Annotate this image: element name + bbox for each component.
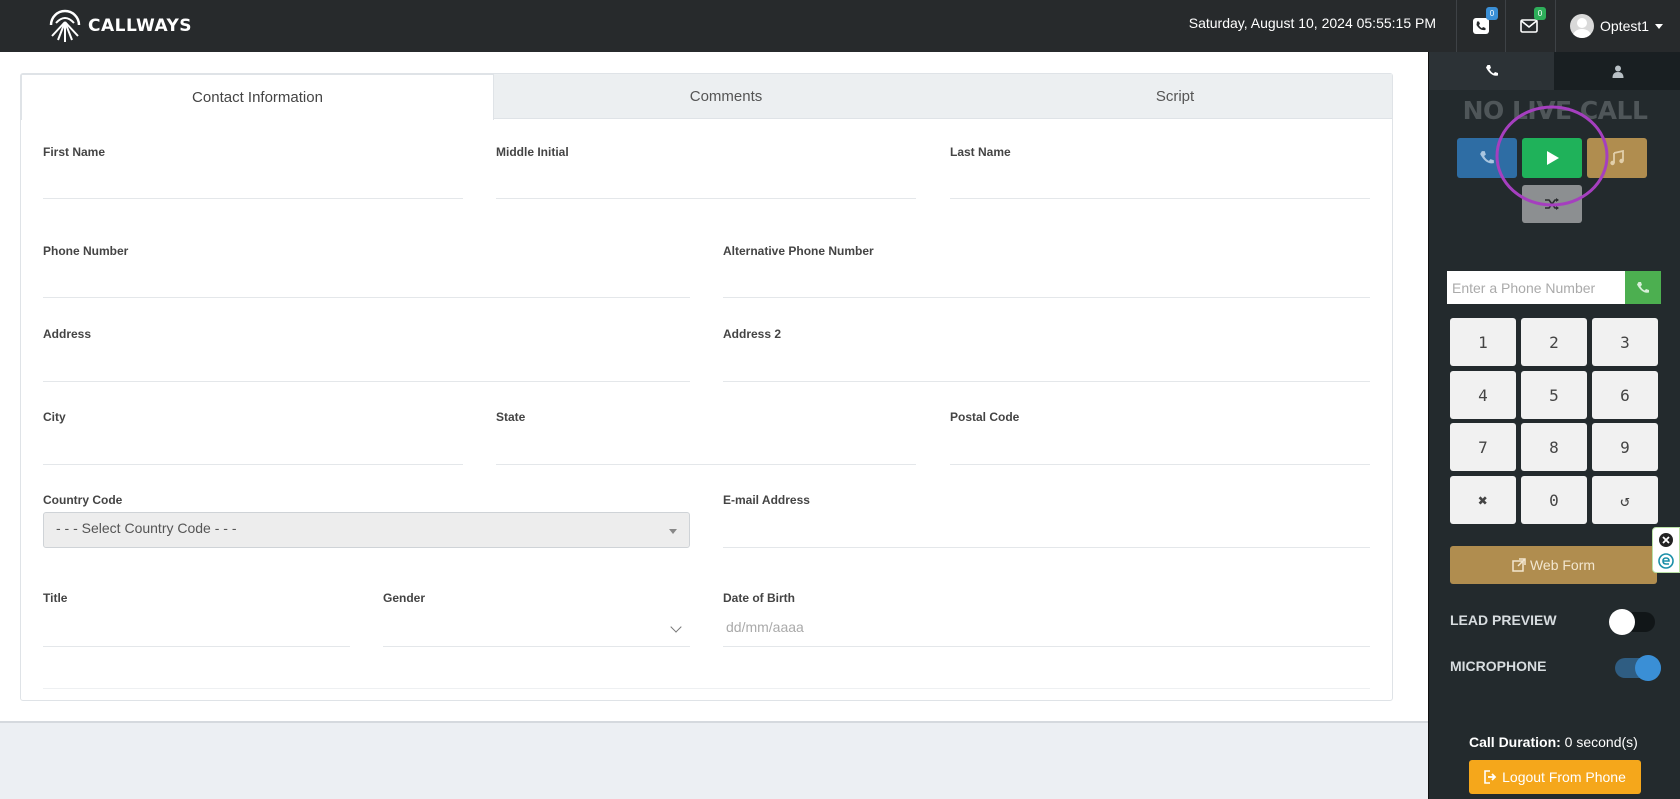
city-label: City bbox=[43, 410, 66, 424]
user-icon bbox=[1612, 65, 1623, 78]
phone-number-input[interactable] bbox=[43, 297, 690, 298]
tab-bar: Contact Information Comments Script bbox=[21, 74, 1392, 120]
microphone-toggle[interactable] bbox=[1615, 655, 1661, 681]
close-circle-icon[interactable] bbox=[1658, 532, 1674, 548]
divider bbox=[1555, 0, 1556, 52]
logout-phone-button[interactable]: Logout From Phone bbox=[1469, 760, 1641, 794]
web-form-button[interactable]: Web Form bbox=[1450, 546, 1657, 584]
messages-badge: 0 bbox=[1534, 7, 1546, 20]
country-code-label: Country Code bbox=[43, 493, 123, 507]
state-label: State bbox=[496, 410, 526, 424]
callways-logo[interactable]: CALLWAYS bbox=[46, 8, 192, 44]
call-duration: Call Duration: 0 second(s) bbox=[1469, 734, 1638, 750]
call-duration-label: Call Duration: bbox=[1469, 734, 1561, 750]
keypad-3[interactable]: 3 bbox=[1592, 318, 1658, 366]
keypad-clear-icon[interactable]: ✖ bbox=[1450, 476, 1516, 524]
alt-phone-input[interactable] bbox=[723, 297, 1370, 298]
phone-icon bbox=[1485, 65, 1498, 76]
contact-form-card: Contact Information Comments Script Firs… bbox=[20, 73, 1393, 701]
tab-comments[interactable]: Comments bbox=[494, 74, 958, 119]
panel-tab-phone[interactable] bbox=[1429, 52, 1554, 90]
top-navbar: CALLWAYS Saturday, August 10, 2024 05:55… bbox=[0, 0, 1680, 52]
call-duration-value: 0 second(s) bbox=[1564, 734, 1638, 750]
last-name-label: Last Name bbox=[950, 145, 1011, 159]
middle-initial-label: Middle Initial bbox=[496, 145, 569, 159]
email-input[interactable] bbox=[723, 547, 1370, 548]
floating-widget[interactable] bbox=[1652, 527, 1680, 573]
user-name: Optest1 bbox=[1600, 18, 1650, 34]
alt-phone-label: Alternative Phone Number bbox=[723, 244, 874, 258]
divider bbox=[1505, 0, 1506, 52]
keypad-undo-icon[interactable]: ↺ bbox=[1592, 476, 1658, 524]
microphone-label: MICROPHONE bbox=[1450, 658, 1547, 674]
title-input[interactable] bbox=[43, 646, 350, 647]
middle-initial-input[interactable] bbox=[496, 198, 916, 199]
sign-out-icon bbox=[1484, 770, 1497, 784]
panel-tab-user[interactable] bbox=[1554, 52, 1680, 90]
dob-underline bbox=[723, 646, 1370, 647]
call-number-button[interactable] bbox=[1625, 271, 1661, 304]
country-code-selected: - - - Select Country Code - - - bbox=[56, 520, 237, 536]
phone-number-label: Phone Number bbox=[43, 244, 129, 258]
first-name-label: First Name bbox=[43, 145, 106, 159]
gender-label: Gender bbox=[383, 591, 426, 605]
state-input[interactable] bbox=[496, 464, 916, 465]
phone-panel: NO LIVE CALL 1 2 3 4 bbox=[1428, 52, 1680, 799]
toggle-knob bbox=[1635, 655, 1661, 681]
first-name-input[interactable] bbox=[43, 198, 463, 199]
highlight-circle bbox=[1495, 105, 1609, 207]
dob-label: Date of Birth bbox=[723, 591, 795, 605]
address2-input[interactable] bbox=[723, 381, 1370, 382]
tab-contact-information[interactable]: Contact Information bbox=[21, 74, 494, 120]
lead-preview-toggle[interactable] bbox=[1609, 609, 1655, 635]
caret-down-icon bbox=[1655, 23, 1664, 29]
divider bbox=[43, 688, 1370, 689]
extension-icon[interactable] bbox=[1658, 553, 1674, 569]
lead-preview-label: LEAD PREVIEW bbox=[1450, 612, 1557, 628]
chevron-down-icon bbox=[670, 621, 682, 633]
logo-text: CALLWAYS bbox=[88, 16, 193, 36]
external-link-icon bbox=[1512, 558, 1526, 572]
keypad-1[interactable]: 1 bbox=[1450, 318, 1516, 366]
city-input[interactable] bbox=[43, 464, 463, 465]
avatar bbox=[1570, 14, 1594, 38]
keypad-2[interactable]: 2 bbox=[1521, 318, 1587, 366]
keypad-4[interactable]: 4 bbox=[1450, 371, 1516, 419]
current-datetime: Saturday, August 10, 2024 05:55:15 PM bbox=[1188, 15, 1436, 31]
calls-badge: 0 bbox=[1486, 7, 1498, 20]
dob-input[interactable]: dd/mm/aaaa bbox=[726, 619, 804, 635]
messages-notification[interactable]: 0 bbox=[1514, 7, 1546, 41]
phone-number-input[interactable] bbox=[1447, 271, 1625, 304]
user-menu[interactable]: Optest1 bbox=[1570, 12, 1664, 40]
keypad-7[interactable]: 7 bbox=[1450, 423, 1516, 471]
keypad-5[interactable]: 5 bbox=[1521, 371, 1587, 419]
address-label: Address bbox=[43, 327, 92, 341]
music-icon bbox=[1610, 150, 1624, 166]
postal-code-label: Postal Code bbox=[950, 410, 1020, 424]
envelope-icon bbox=[1520, 19, 1538, 33]
caret-down-icon bbox=[669, 529, 677, 534]
postal-code-input[interactable] bbox=[950, 464, 1370, 465]
toggle-knob bbox=[1609, 609, 1635, 635]
address-input[interactable] bbox=[43, 381, 690, 382]
logo-icon bbox=[46, 8, 84, 44]
web-form-label: Web Form bbox=[1529, 557, 1596, 573]
keypad-9[interactable]: 9 bbox=[1592, 423, 1658, 471]
gender-select[interactable] bbox=[383, 646, 690, 647]
tab-script[interactable]: Script bbox=[958, 74, 1392, 119]
country-code-select[interactable]: - - - Select Country Code - - - bbox=[43, 512, 690, 548]
calls-notification[interactable]: 0 bbox=[1466, 7, 1498, 41]
logout-label: Logout From Phone bbox=[1502, 769, 1626, 785]
divider bbox=[1456, 0, 1457, 52]
keypad-0[interactable]: 0 bbox=[1521, 476, 1587, 524]
phone-icon bbox=[1637, 281, 1649, 293]
last-name-input[interactable] bbox=[950, 198, 1370, 199]
title-label: Title bbox=[43, 591, 68, 605]
email-label: E-mail Address bbox=[723, 493, 810, 507]
keypad-6[interactable]: 6 bbox=[1592, 371, 1658, 419]
address2-label: Address 2 bbox=[723, 327, 782, 341]
keypad-8[interactable]: 8 bbox=[1521, 423, 1587, 471]
